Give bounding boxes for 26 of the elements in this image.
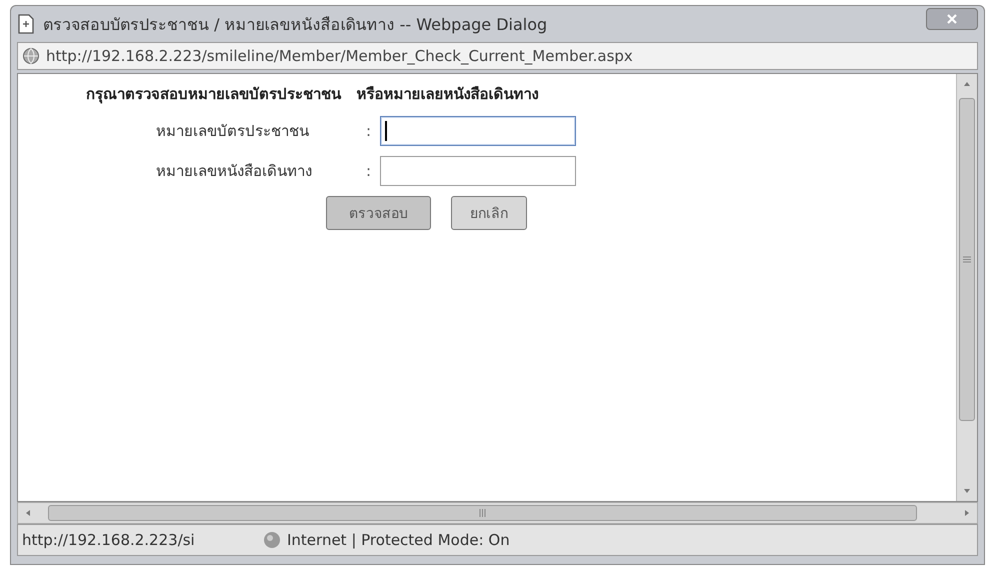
right-arrow-icon[interactable]: [965, 510, 969, 516]
down-arrow-icon[interactable]: [964, 489, 970, 493]
globe-icon: [22, 47, 40, 65]
grip-icon: [480, 509, 486, 517]
status-url: http://192.168.2.223/si: [22, 531, 196, 549]
close-icon: [946, 13, 958, 25]
page-icon: [17, 14, 35, 34]
up-arrow-icon[interactable]: [964, 82, 970, 86]
vertical-scrollbar[interactable]: [956, 74, 977, 501]
field-separator: :: [366, 122, 372, 140]
horizontal-scrollbar[interactable]: [17, 502, 978, 524]
field-separator: :: [366, 162, 372, 180]
field-label: หมายเลขหนังสือเดินทาง: [156, 161, 313, 182]
input-field[interactable]: [380, 116, 576, 146]
input-field[interactable]: [380, 156, 576, 186]
form-button[interactable]: ยกเลิก: [451, 196, 527, 230]
form-heading: กรุณาตรวจสอบหมายเลขบัตรประชาชน หรือหมายเลยหนังสือเดินทาง: [86, 84, 540, 106]
field-label: หมายเลขบัตรประชาชน: [156, 121, 310, 142]
left-arrow-icon[interactable]: [26, 510, 30, 516]
grip-icon: [963, 256, 971, 262]
form-button[interactable]: ตรวจสอบ: [326, 196, 431, 230]
globe-icon: [263, 531, 281, 549]
address-url: http://192.168.2.223/smileline/Member/Member_Check_Current_Member.aspx: [46, 47, 633, 65]
security-zone: Internet | Protected Mode: On: [287, 531, 510, 549]
window-title: ตรวจสอบบัตรประชาชน / หมายเลขหนังสือเดินทาง -- Webpage Dialog: [43, 14, 548, 36]
close-button[interactable]: [926, 8, 978, 30]
